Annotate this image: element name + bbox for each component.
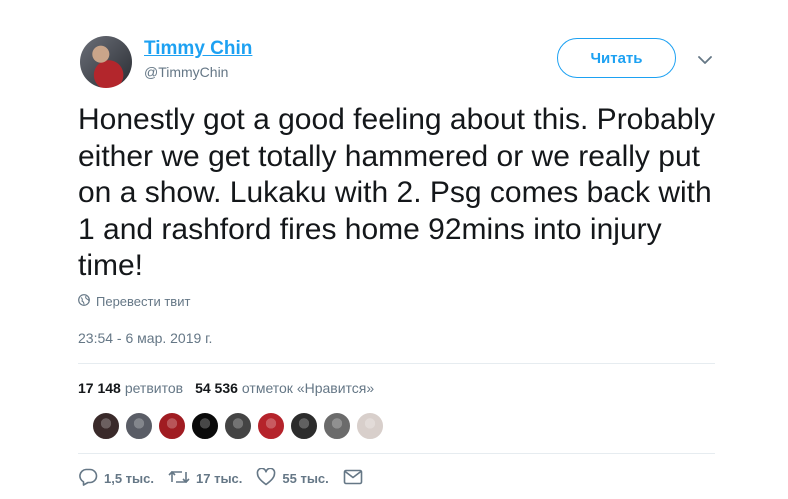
liker-avatar[interactable] (290, 412, 318, 440)
like-count: 55 тыс. (282, 471, 329, 486)
retweet-count: 17 тыс. (196, 471, 243, 486)
direct-message-button[interactable] (343, 469, 363, 488)
tweet-text: Honestly got a good feeling about this. … (78, 103, 716, 282)
tweet-actions: 1,5 тыс. 17 тыс. 55 тыс. (78, 467, 377, 489)
globe-icon (78, 294, 90, 309)
retweet-stat-count: 17 148 (78, 380, 121, 396)
reply-icon (78, 468, 98, 489)
liker-avatar[interactable] (224, 412, 252, 440)
liker-avatar[interactable] (191, 412, 219, 440)
avatar[interactable] (80, 36, 132, 88)
like-stat[interactable]: 54 536 отметок «Нравится» (195, 380, 374, 396)
liker-avatar[interactable] (356, 412, 384, 440)
liker-avatars (92, 412, 384, 440)
liker-avatar[interactable] (92, 412, 120, 440)
translate-tweet-label: Перевести твит (96, 294, 191, 309)
liker-avatar[interactable] (158, 412, 186, 440)
tweet-stats: 17 148 ретвитов 54 536 отметок «Нравится» (78, 380, 374, 396)
divider (78, 363, 715, 364)
author-handle[interactable]: @TimmyChin (144, 64, 228, 80)
heart-icon (256, 467, 276, 489)
reply-count: 1,5 тыс. (104, 471, 154, 486)
like-button[interactable]: 55 тыс. (256, 467, 329, 489)
tweet-timestamp[interactable]: 23:54 - 6 мар. 2019 г. (78, 330, 212, 346)
like-stat-count: 54 536 (195, 380, 238, 396)
retweet-stat-label: ретвитов (124, 380, 184, 396)
liker-avatar[interactable] (125, 412, 153, 440)
reply-button[interactable]: 1,5 тыс. (78, 468, 154, 489)
follow-button[interactable]: Читать (557, 38, 676, 78)
like-stat-label: отметок «Нравится» (241, 380, 375, 396)
liker-avatar[interactable] (323, 412, 351, 440)
liker-avatar[interactable] (257, 412, 285, 440)
tweet-card: Timmy Chin @TimmyChin Читать Honestly go… (0, 0, 788, 499)
envelope-icon (343, 469, 363, 488)
retweet-button[interactable]: 17 тыс. (168, 469, 242, 488)
chevron-down-icon[interactable] (695, 50, 715, 70)
author-display-name[interactable]: Timmy Chin (144, 38, 252, 60)
retweet-stat[interactable]: 17 148 ретвитов (78, 380, 183, 396)
translate-tweet-link[interactable]: Перевести твит (78, 294, 190, 309)
divider (78, 453, 715, 454)
retweet-icon (168, 469, 190, 488)
